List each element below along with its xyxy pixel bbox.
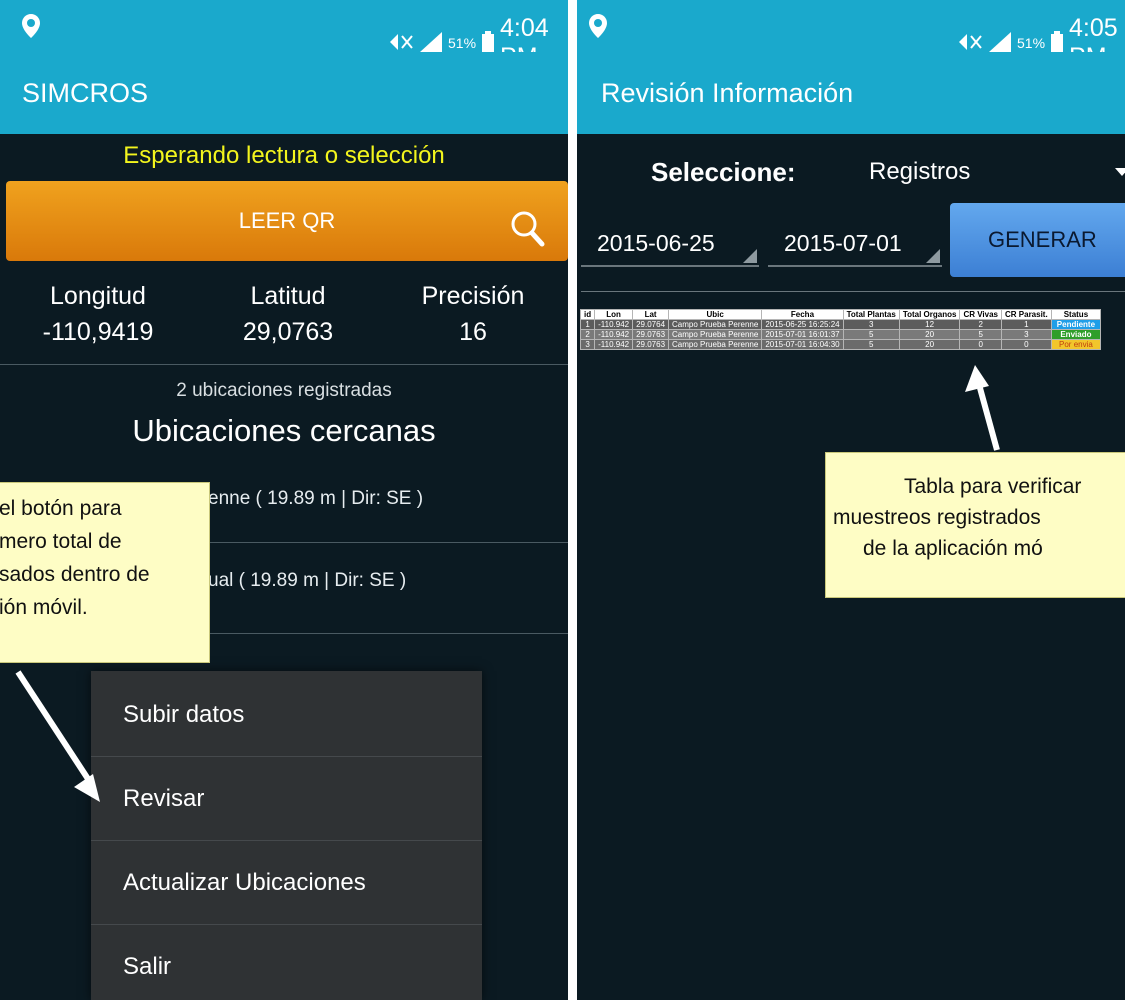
annotation-arrow: [965, 365, 1000, 451]
left-phone-screen: 51% 4:04 PM SIMCROS Esperando lectura o …: [0, 0, 568, 1000]
right-phone-screen: 51% 4:05 PM Revisión Información Selecci…: [577, 0, 1125, 1000]
annotation-arrow: [15, 670, 100, 802]
